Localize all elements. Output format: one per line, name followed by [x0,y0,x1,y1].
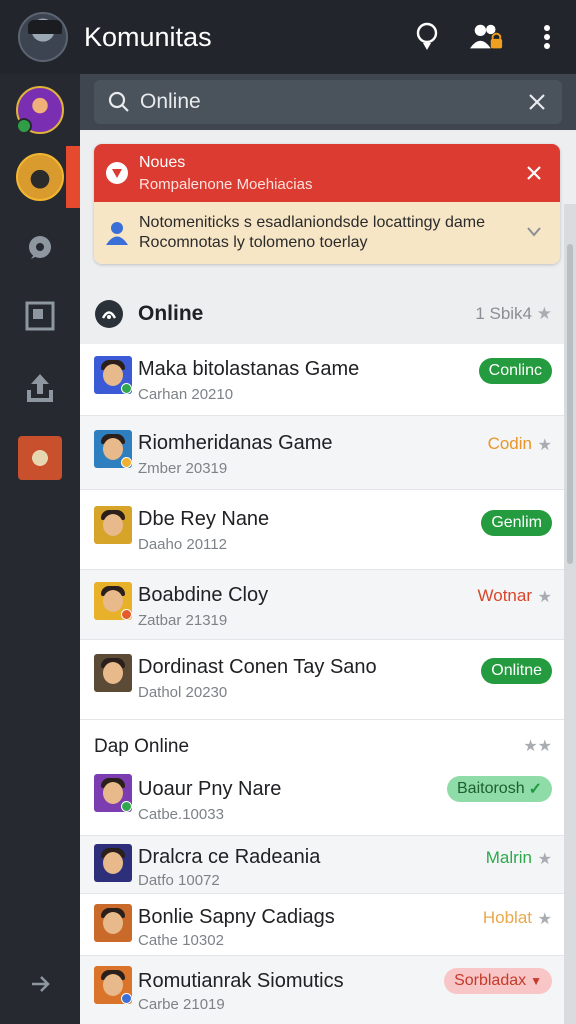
player-name: Uoaur Pny Nare [138,778,282,800]
arrow-icon[interactable] [0,964,80,1004]
user-icon [106,222,128,245]
notice-message-line2: Rocomnotas ly tolomeno toerlay [139,234,368,251]
star-icon[interactable]: ★ [538,849,552,869]
player-avatar [94,844,132,882]
bulb-icon[interactable] [410,20,444,54]
player-avatar [94,774,132,812]
player-subtitle: Dathol 20230 [138,684,228,701]
status-text: Hoblat [482,908,532,927]
player-subtitle: Zmber 20319 [138,460,228,477]
profile-avatar[interactable] [18,12,68,62]
dap-section-header: Dap Online ★★ [80,720,564,774]
player-subtitle: Carhan 20210 [138,386,234,403]
status-text: Malrin [485,848,532,867]
player-row[interactable]: Dralcra ce Radeania Datfo 10072 Malrin ★ [80,836,564,894]
player-avatar [94,904,132,942]
game-avatar[interactable] [0,430,80,486]
player-name: Romutianrak Siomutics [138,970,344,992]
player-subtitle: Cathe 10302 [138,932,224,949]
search-icon [108,91,129,112]
star-icon[interactable]: ★ [538,435,552,455]
player-name: Dordinast Conen Tay Sano [138,656,377,678]
app-header: Komunitas [0,0,576,74]
player-name: Bonlie Sapny Cadiags [138,906,335,928]
player-row[interactable]: Maka bitolastanas Game Carhan 20210 Conl… [80,344,564,416]
player-row[interactable]: Boabdine Cloy Zatbar 21319 Wotnar ★ [80,570,564,640]
player-avatar [94,654,132,692]
status-badge: Sorbladax ▼ [444,968,552,994]
page-title: Komunitas [84,22,212,52]
player-row[interactable]: Dbe Rey Nane Daaho 20112 Genlim [80,490,564,570]
player-row[interactable]: Riomheridanas Game Zmber 20319 Codin ★ [80,416,564,490]
sidebar-avatar-active[interactable] [0,146,80,208]
notice-header: Noues Rompalenone Moehiacias [94,144,560,202]
notice-banner: Noues Rompalenone Moehiacias Notomenitic… [94,144,560,264]
player-subtitle: Catbe.10033 [138,806,224,823]
scroll-thumb[interactable] [567,244,573,564]
main-content: Online Noues Rompalenone Moehiacias Noto… [80,74,576,1024]
search-value: Online [140,90,201,113]
calendar-icon[interactable] [0,288,80,344]
player-avatar [94,430,132,468]
online-count: 1 Sbik4 ★ [475,304,552,323]
player-avatar [94,966,132,1004]
status-badge: Onlitne [481,658,552,684]
player-row[interactable]: Dordinast Conen Tay Sano Dathol 20230 On… [80,640,564,720]
player-name: Dbe Rey Nane [138,508,270,530]
player-name: Riomheridanas Game [138,432,333,454]
star-icon[interactable]: ★ [538,587,552,607]
status-text: Codin [487,434,532,453]
status-text: Wotnar [477,586,533,605]
scrollbar[interactable] [564,204,576,1024]
online-section-header: Online 1 Sbik4 ★ [80,284,564,344]
player-subtitle: Daaho 20112 [138,536,227,553]
notice-close-icon[interactable] [526,165,542,181]
player-name: Dralcra ce Radeania [138,846,321,868]
player-avatar [94,582,132,620]
player-subtitle: Carbe 21019 [138,996,225,1013]
player-avatar [94,506,132,544]
status-badge: Conlinc [478,358,552,384]
sidebar [0,74,80,1024]
player-avatar [94,356,132,394]
status-badge: Genlim [481,510,552,536]
chevron-down-icon[interactable] [526,226,542,238]
close-icon[interactable] [528,93,546,111]
chat-icon[interactable] [0,220,80,276]
notice-title: Noues [139,154,186,171]
online-section-icon [95,300,123,328]
player-subtitle: Datfo 10072 [138,872,220,889]
warning-icon [106,162,128,184]
player-subtitle: Zatbar 21319 [138,612,228,629]
notice-subtitle: Rompalenone Moehiacias [139,176,313,193]
player-row[interactable]: Uoaur Pny Nare Catbe.10033 Baitorosh ✓ [80,774,564,836]
player-row[interactable]: Romutianrak Siomutics Carbe 21019 Sorbla… [80,956,564,1024]
stars-icon: ★★ [523,738,552,755]
friends-lock-icon[interactable] [470,20,504,54]
notice-body[interactable]: Notomeniticks s esadlaniondsde locatting… [94,202,560,264]
online-section-title: Online [138,302,204,325]
share-icon[interactable] [0,360,80,416]
player-row[interactable]: Bonlie Sapny Cadiags Cathe 10302 Hoblat … [80,894,564,956]
more-vertical-icon[interactable] [530,20,564,54]
dap-section-title: Dap Online [94,736,190,757]
notice-message-line1: Notomeniticks s esadlaniondsde locatting… [139,214,485,231]
search-bar: Online [80,74,576,130]
player-name: Boabdine Cloy [138,584,269,606]
search-input[interactable]: Online [94,80,562,124]
player-name: Maka bitolastanas Game [138,358,360,380]
status-badge: Baitorosh ✓ [447,776,552,802]
star-icon[interactable]: ★ [538,909,552,929]
sidebar-avatar-purple[interactable] [0,80,80,140]
